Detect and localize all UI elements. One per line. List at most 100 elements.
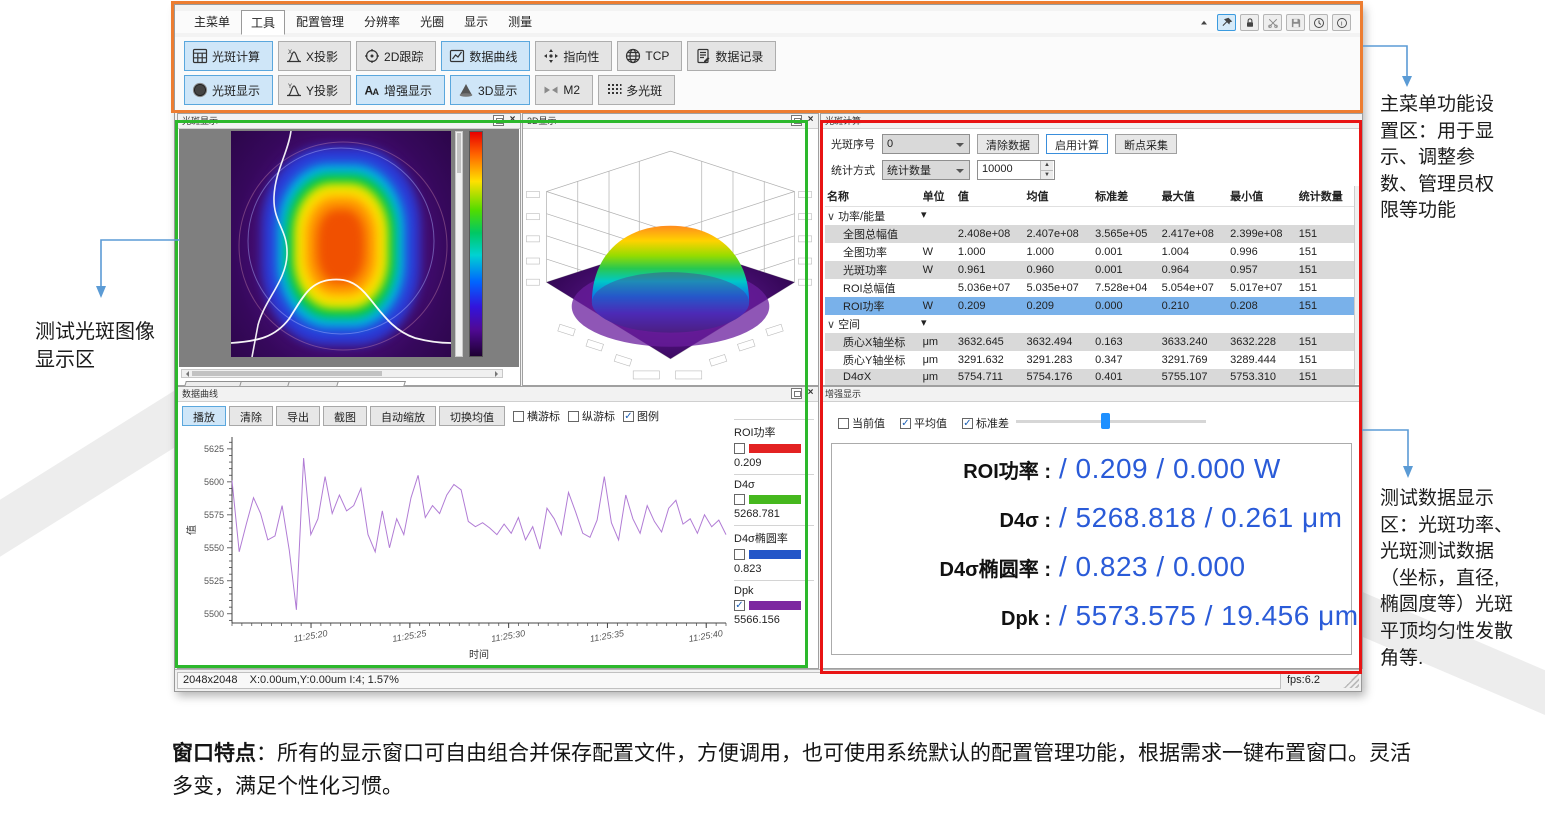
toolbar-button-M2[interactable]: M2 bbox=[535, 75, 593, 105]
close-panel-icon[interactable]: × bbox=[805, 115, 816, 126]
slider-handle[interactable] bbox=[1101, 413, 1110, 429]
menu-item-分辨率[interactable]: 分辨率 bbox=[355, 10, 409, 35]
restore-panel-icon[interactable] bbox=[791, 388, 802, 399]
calc-button-清除数据[interactable]: 清除数据 bbox=[977, 134, 1039, 154]
legend-item-Dpk: Dpk ✓ 5566.156 bbox=[734, 580, 814, 631]
menu-item-配置管理[interactable]: 配置管理 bbox=[287, 10, 353, 35]
table-header-均值[interactable]: 均值 bbox=[1025, 186, 1094, 207]
table-row-ROI功率[interactable]: ROI功率W0.2090.2090.0000.2100.208151 bbox=[825, 297, 1355, 315]
table-row-D4σX[interactable]: D4σXμm5754.7115754.1760.4015755.1075753.… bbox=[825, 369, 1355, 385]
curve-button-播放[interactable]: 播放 bbox=[182, 406, 226, 426]
menu-item-主菜单[interactable]: 主菜单 bbox=[185, 10, 239, 35]
curve-button-截图[interactable]: 截图 bbox=[323, 406, 367, 426]
curve-checkbox-纵游标[interactable]: 纵游标 bbox=[568, 408, 615, 424]
table-header-最小值[interactable]: 最小值 bbox=[1228, 186, 1297, 207]
curve-button-自动缩放[interactable]: 自动缩放 bbox=[370, 406, 436, 426]
stats-table: 名称单位值均值标准差最大值最小值统计数量 ∨功率/能量▾全图总幅值2.408e+… bbox=[825, 186, 1355, 385]
toolbar-button-TCP[interactable]: TCP bbox=[617, 41, 682, 71]
table-group-空间[interactable]: ∨空间▾ bbox=[825, 315, 1355, 333]
checkbox-icon[interactable] bbox=[568, 411, 579, 422]
curve-button-导出[interactable]: 导出 bbox=[276, 406, 320, 426]
checkbox-icon[interactable]: ✓ bbox=[900, 418, 911, 429]
calc-button-启用计算[interactable]: 启用计算 bbox=[1046, 134, 1108, 154]
window-control-collapse[interactable] bbox=[1194, 14, 1213, 31]
toolbar-button-数据记录[interactable]: 数据记录 bbox=[687, 41, 776, 71]
spinner-down-icon[interactable]: ▼ bbox=[1040, 170, 1053, 179]
table-row-质心Y轴坐标[interactable]: 质心Y轴坐标μm3291.6323291.2830.3473291.769328… bbox=[825, 351, 1355, 369]
beam-image[interactable] bbox=[231, 131, 451, 357]
scroll-left-icon[interactable] bbox=[183, 371, 189, 377]
menu-item-工具[interactable]: 工具 bbox=[241, 10, 285, 35]
curve-button-清除[interactable]: 清除 bbox=[229, 406, 273, 426]
metric-label: D4σ : bbox=[844, 510, 1059, 533]
surface-3d-plot[interactable] bbox=[524, 129, 817, 384]
checkbox-icon[interactable] bbox=[838, 418, 849, 429]
resize-grip[interactable] bbox=[1343, 673, 1359, 688]
toolbar-button-增强显示[interactable]: AA增强显示 bbox=[356, 75, 445, 105]
window-control-info[interactable]: i bbox=[1332, 14, 1351, 31]
enhanced-checkbox-当前值[interactable]: 当前值 bbox=[838, 415, 885, 431]
calc-panel-titlebar: 光斑计算 bbox=[821, 114, 1362, 129]
table-group-功率/能量[interactable]: ∨功率/能量▾ bbox=[825, 207, 1355, 226]
checkbox-icon[interactable] bbox=[513, 411, 524, 422]
table-header-名称[interactable]: 名称 bbox=[825, 186, 921, 207]
table-row-质心X轴坐标[interactable]: 质心X轴坐标μm3632.6453632.4940.1633633.240363… bbox=[825, 333, 1355, 351]
enhanced-checkbox-标准差[interactable]: ✓标准差 bbox=[962, 415, 1009, 431]
table-header-统计数量[interactable]: 统计数量 bbox=[1297, 186, 1355, 207]
legend-checkbox[interactable]: ✓ bbox=[734, 600, 745, 611]
toolbar-button-Y投影[interactable]: YY投影 bbox=[278, 75, 351, 105]
table-row-ROI总幅值[interactable]: ROI总幅值5.036e+075.035e+077.528e+045.054e+… bbox=[825, 279, 1355, 297]
table-header-最大值[interactable]: 最大值 bbox=[1160, 186, 1229, 207]
curve-button-切换均值[interactable]: 切换均值 bbox=[439, 406, 505, 426]
window-control-pin[interactable] bbox=[1217, 14, 1236, 31]
table-scrollbar[interactable] bbox=[1354, 186, 1361, 384]
curve-chart[interactable]: 55005525555055755600562511:25:2011:25:25… bbox=[184, 429, 732, 668]
toolbar-button-光斑计算[interactable]: 光斑计算 bbox=[184, 41, 273, 71]
curve-checkbox-图例[interactable]: ✓图例 bbox=[623, 408, 659, 424]
annotation-data-area: 测试数据显示区：光斑功率、光斑测试数据（坐标，直径,椭圆度等）光斑平顶均匀性发散… bbox=[1380, 486, 1514, 672]
menu-item-光圈[interactable]: 光圈 bbox=[411, 10, 453, 35]
table-row-全图功率[interactable]: 全图功率W1.0001.0000.0011.0040.996151 bbox=[825, 243, 1355, 261]
toolbar-button-2D跟踪[interactable]: 2D跟踪 bbox=[356, 41, 436, 71]
spinner-up-icon[interactable]: ▲ bbox=[1040, 161, 1053, 170]
close-panel-icon[interactable]: × bbox=[805, 388, 816, 399]
close-panel-icon[interactable]: × bbox=[507, 115, 518, 126]
window-control-cut[interactable] bbox=[1263, 14, 1282, 31]
legend-checkbox[interactable] bbox=[734, 549, 745, 560]
proj-x-icon: X bbox=[286, 48, 302, 64]
float-panel-icon[interactable] bbox=[493, 115, 504, 126]
stat-count-spinner[interactable]: 10000 ▲ ▼ bbox=[977, 160, 1055, 180]
checkbox-icon[interactable]: ✓ bbox=[962, 418, 973, 429]
window-control-lock[interactable] bbox=[1240, 14, 1259, 31]
menu-item-显示[interactable]: 显示 bbox=[455, 10, 497, 35]
calc-button-断点采集[interactable]: 断点采集 bbox=[1115, 134, 1177, 154]
table-row-光斑功率[interactable]: 光斑功率W0.9610.9600.0010.9640.957151 bbox=[825, 261, 1355, 279]
beam-horizontal-scrollbar[interactable] bbox=[181, 369, 503, 378]
table-header-单位[interactable]: 单位 bbox=[921, 186, 956, 207]
enhanced-checkbox-平均值[interactable]: ✓平均值 bbox=[900, 415, 947, 431]
window-control-clock[interactable] bbox=[1309, 14, 1328, 31]
legend-checkbox[interactable] bbox=[734, 443, 745, 454]
window-control-save[interactable] bbox=[1286, 14, 1305, 31]
spot-seq-dropdown[interactable]: 0 bbox=[882, 134, 970, 154]
menu-item-测量[interactable]: 测量 bbox=[499, 10, 541, 35]
legend-checkbox[interactable] bbox=[734, 494, 745, 505]
toolbar-button-X投影[interactable]: XX投影 bbox=[278, 41, 351, 71]
table-header-值[interactable]: 值 bbox=[956, 186, 1025, 207]
data-record-icon bbox=[695, 48, 711, 64]
table-header-标准差[interactable]: 标准差 bbox=[1093, 186, 1160, 207]
toolbar-button-数据曲线[interactable]: 数据曲线 bbox=[441, 41, 530, 71]
toolbar-button-3D显示[interactable]: 3D显示 bbox=[450, 75, 530, 105]
table-row-全图总幅值[interactable]: 全图总幅值2.408e+082.407e+083.565e+052.417e+0… bbox=[825, 225, 1355, 243]
checkbox-icon[interactable]: ✓ bbox=[623, 411, 634, 422]
toolbar-button-指向性[interactable]: 指向性 bbox=[535, 41, 612, 71]
float-panel-icon[interactable] bbox=[791, 115, 802, 126]
scroll-right-icon[interactable] bbox=[495, 371, 501, 377]
enhanced-slider[interactable] bbox=[1016, 420, 1206, 423]
toolbar-button-光斑显示[interactable]: 光斑显示 bbox=[184, 75, 273, 105]
toolbar-button-多光斑[interactable]: 多光斑 bbox=[598, 75, 675, 105]
stat-mode-dropdown[interactable]: 统计数量 bbox=[882, 160, 970, 180]
curve-checkbox-横游标[interactable]: 横游标 bbox=[513, 408, 560, 424]
multi-spot-icon bbox=[606, 82, 622, 98]
beam-vertical-scrollbar[interactable] bbox=[455, 131, 463, 357]
